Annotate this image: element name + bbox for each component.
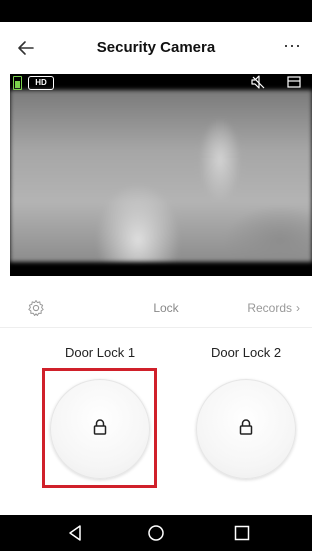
nav-home-icon[interactable] <box>146 523 166 543</box>
more-icon[interactable]: ⋯ <box>278 34 306 62</box>
camera-video-feed[interactable]: HD <box>10 74 312 276</box>
nav-back-icon[interactable] <box>66 523 86 543</box>
app-bar: Security Camera ⋯ <box>0 22 312 74</box>
lock-icon <box>236 417 256 442</box>
battery-icon <box>13 76 22 90</box>
control-bar: Lock Records › <box>0 289 312 328</box>
system-nav-bar <box>0 515 312 551</box>
highlight-box <box>42 368 157 488</box>
records-link[interactable]: Records › <box>247 289 300 327</box>
gear-icon[interactable] <box>26 298 46 318</box>
nav-recents-icon[interactable] <box>232 523 252 543</box>
unlock-button[interactable] <box>196 379 296 479</box>
video-frame <box>10 90 312 262</box>
lock-name: Door Lock 1 <box>64 345 136 360</box>
video-overlay: HD <box>10 74 312 90</box>
tab-lock[interactable]: Lock <box>140 289 192 327</box>
lock-name: Door Lock 2 <box>210 345 282 360</box>
records-label: Records <box>247 301 292 315</box>
status-bar <box>0 0 312 22</box>
record-icon[interactable] <box>286 74 302 90</box>
hd-quality-button[interactable]: HD <box>28 76 54 90</box>
page-title: Security Camera <box>96 39 216 56</box>
chevron-right-icon: › <box>296 301 300 315</box>
speaker-mute-icon[interactable] <box>250 74 266 90</box>
